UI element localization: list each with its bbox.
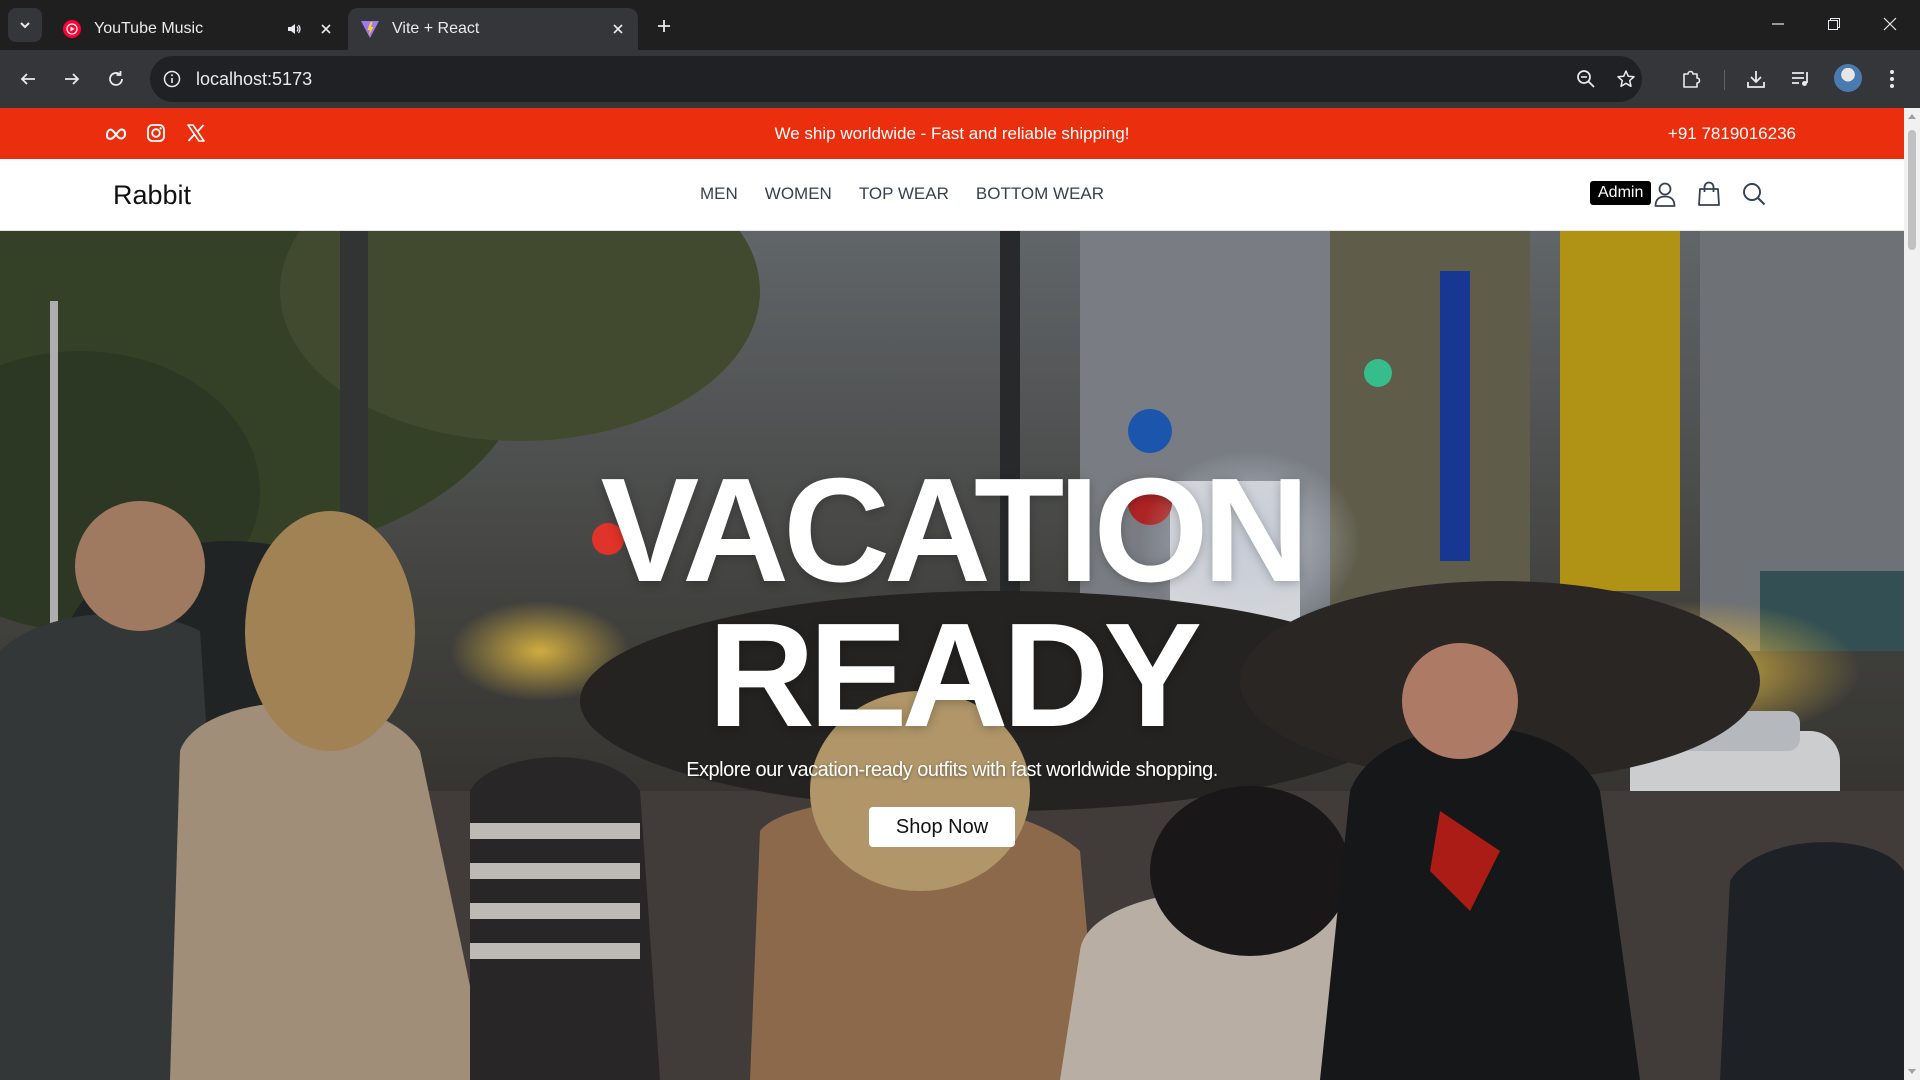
page-viewport: We ship worldwide - Fast and reliable sh…	[0, 108, 1904, 1080]
restore-icon	[1828, 18, 1840, 30]
user-icon[interactable]	[1650, 179, 1680, 209]
minimize-button[interactable]	[1750, 0, 1806, 48]
nav-link-bottom-wear[interactable]: BOTTOM WEAR	[976, 184, 1104, 204]
site-navbar: Rabbit MEN WOMEN TOP WEAR BOTTOM WEAR Ad…	[0, 159, 1904, 231]
shipping-message: We ship worldwide - Fast and reliable sh…	[774, 124, 1130, 143]
download-icon	[1747, 71, 1765, 88]
admin-button[interactable]: Admin	[1590, 181, 1652, 205]
close-tab-icon[interactable]	[606, 17, 630, 41]
hero-title-line-2: READY	[707, 593, 1202, 758]
shop-now-button[interactable]: Shop Now	[869, 807, 1015, 847]
page-scrollbar[interactable]	[1904, 108, 1920, 1080]
scrollbar-thumb[interactable]	[1908, 130, 1916, 250]
nav-link-men[interactable]: MEN	[700, 184, 738, 204]
search-icon[interactable]	[1739, 179, 1769, 209]
hero-banner: VACATION READY Explore our vacation-read…	[0, 231, 1904, 1080]
hero-subtitle: Explore our vacation-ready outfits with …	[686, 759, 1218, 781]
browser-toolbar: localhost:5173	[0, 50, 1920, 108]
hero-title: VACATION READY	[0, 448, 1904, 758]
tab-title: YouTube Music	[94, 20, 204, 37]
arrow-right-icon	[65, 73, 80, 85]
browser-tab-strip: YouTube Music Vite + React	[0, 0, 1920, 50]
tab-vite-react[interactable]: Vite + React	[348, 8, 638, 50]
site-info-icon[interactable]	[160, 67, 184, 91]
scroll-up-arrow[interactable]	[1908, 114, 1916, 119]
forward-button[interactable]	[56, 63, 88, 95]
nav-links: MEN WOMEN TOP WEAR BOTTOM WEAR	[700, 184, 1104, 204]
chevron-down-icon	[20, 22, 30, 29]
tab-search-button[interactable]	[8, 8, 42, 42]
scroll-down-arrow[interactable]	[1908, 1069, 1916, 1074]
back-button[interactable]	[12, 63, 44, 95]
reload-icon	[109, 71, 123, 86]
browser-menu-button[interactable]	[1878, 65, 1906, 93]
close-tab-icon[interactable]	[314, 17, 338, 41]
vite-icon	[361, 21, 379, 38]
hero-title-line-1: VACATION	[600, 448, 1310, 613]
youtube-music-icon	[63, 20, 81, 38]
announcement-bar: We ship worldwide - Fast and reliable sh…	[0, 108, 1904, 159]
address-bar[interactable]: localhost:5173	[150, 56, 1642, 102]
close-icon	[1883, 17, 1897, 31]
audio-playing-icon[interactable]	[282, 17, 306, 41]
restore-button[interactable]	[1806, 0, 1862, 48]
new-tab-button[interactable]	[650, 12, 678, 40]
zoom-icon[interactable]	[1574, 67, 1598, 91]
extensions-button[interactable]	[1677, 65, 1705, 93]
toolbar-divider	[1724, 70, 1725, 90]
media-queue-icon	[1792, 72, 1808, 86]
phone-number: +91 7819016236	[1667, 124, 1796, 143]
url-text: localhost:5173	[196, 69, 313, 89]
site-logo[interactable]: Rabbit	[113, 180, 191, 211]
shopping-bag-icon[interactable]	[1694, 179, 1724, 209]
nav-link-top-wear[interactable]: TOP WEAR	[859, 184, 949, 204]
plus-icon	[658, 20, 670, 32]
puzzle-icon	[1683, 70, 1701, 88]
tab-title: Vite + React	[392, 20, 480, 37]
bookmark-star-icon[interactable]	[1614, 67, 1638, 91]
reload-button[interactable]	[100, 63, 132, 95]
media-control-button[interactable]	[1787, 65, 1815, 93]
close-window-button[interactable]	[1862, 0, 1918, 48]
profile-avatar[interactable]	[1834, 64, 1862, 92]
nav-link-women[interactable]: WOMEN	[765, 184, 832, 204]
downloads-button[interactable]	[1742, 65, 1770, 93]
arrow-left-icon	[20, 73, 35, 85]
tab-youtube-music[interactable]: YouTube Music	[50, 8, 346, 50]
more-vert-icon	[1890, 70, 1894, 88]
minimize-icon	[1772, 23, 1784, 25]
